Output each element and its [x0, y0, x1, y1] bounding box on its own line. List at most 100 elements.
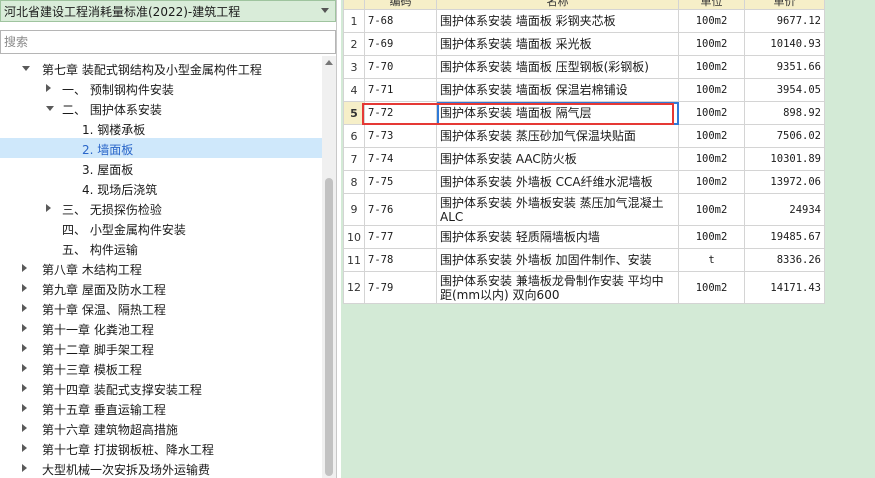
- row-index[interactable]: 8: [343, 170, 365, 194]
- quota-price[interactable]: 8336.26: [744, 248, 825, 272]
- expand-arrow-down-icon[interactable]: [22, 66, 30, 71]
- quota-unit[interactable]: 100m2: [678, 78, 745, 102]
- quota-unit[interactable]: 100m2: [678, 124, 745, 148]
- quota-name[interactable]: 围护体系安装 墙面板 采光板: [436, 32, 679, 56]
- table-row[interactable]: 4 7-71 围护体系安装 墙面板 保温岩棉铺设 100m2 3954.05: [343, 78, 825, 102]
- quota-unit[interactable]: t: [678, 248, 745, 272]
- quota-code[interactable]: 7-68: [364, 9, 437, 33]
- row-index[interactable]: 12: [343, 271, 365, 304]
- table-row[interactable]: 2 7-69 围护体系安装 墙面板 采光板 100m2 10140.93: [343, 32, 825, 56]
- row-index[interactable]: 6: [343, 124, 365, 148]
- tree-node[interactable]: 一、 预制钢构件安装: [0, 78, 322, 98]
- quota-name[interactable]: 围护体系安装 墙面板 保温岩棉铺设: [436, 78, 679, 102]
- expand-arrow-right-icon[interactable]: [22, 264, 27, 272]
- quota-price[interactable]: 10301.89: [744, 147, 825, 171]
- tree-node[interactable]: 第十四章 装配式支撑安装工程: [0, 378, 322, 398]
- header-name[interactable]: 名称: [436, 0, 679, 10]
- quota-price[interactable]: 898.92: [744, 101, 825, 125]
- quota-code[interactable]: 7-72: [364, 101, 437, 125]
- expand-arrow-right-icon[interactable]: [22, 424, 27, 432]
- quota-name[interactable]: 围护体系安装 外墙板 加固件制作、安装: [436, 248, 679, 272]
- chevron-down-icon[interactable]: [321, 8, 329, 13]
- table-row[interactable]: 5 7-72 围护体系安装 墙面板 隔气层 100m2 898.92: [343, 101, 825, 125]
- quota-name[interactable]: 围护体系安装 AAC防火板: [436, 147, 679, 171]
- expand-arrow-right-icon[interactable]: [46, 204, 51, 212]
- quota-unit[interactable]: 100m2: [678, 193, 745, 226]
- tree-node[interactable]: 第十二章 脚手架工程: [0, 338, 322, 358]
- quota-price[interactable]: 24934: [744, 193, 825, 226]
- tree-node[interactable]: 2. 墙面板: [0, 138, 322, 158]
- row-index[interactable]: 1: [343, 9, 365, 33]
- tree-node[interactable]: 3. 屋面板: [0, 158, 322, 178]
- quota-price[interactable]: 14171.43: [744, 271, 825, 304]
- table-row[interactable]: 11 7-78 围护体系安装 外墙板 加固件制作、安装 t 8336.26: [343, 248, 825, 272]
- tree-scrollbar[interactable]: [322, 56, 336, 478]
- tree-node[interactable]: 第十七章 打拔钢板桩、降水工程: [0, 438, 322, 458]
- tree-node[interactable]: 第九章 屋面及防水工程: [0, 278, 322, 298]
- tree-node[interactable]: 第十五章 垂直运输工程: [0, 398, 322, 418]
- quota-code[interactable]: 7-70: [364, 55, 437, 79]
- quota-price[interactable]: 10140.93: [744, 32, 825, 56]
- table-row[interactable]: 9 7-76 围护体系安装 外墙板安装 蒸压加气混凝土ALC 100m2 24934: [343, 193, 825, 226]
- quota-price[interactable]: 13972.06: [744, 170, 825, 194]
- table-row[interactable]: 8 7-75 围护体系安装 外墙板 CCA纤维水泥墙板 100m2 13972.06: [343, 170, 825, 194]
- quota-unit[interactable]: 100m2: [678, 225, 745, 249]
- expand-arrow-right-icon[interactable]: [22, 464, 27, 472]
- row-index[interactable]: 11: [343, 248, 365, 272]
- row-index[interactable]: 7: [343, 147, 365, 171]
- quota-code[interactable]: 7-69: [364, 32, 437, 56]
- quota-code[interactable]: 7-79: [364, 271, 437, 304]
- quota-code[interactable]: 7-75: [364, 170, 437, 194]
- expand-arrow-right-icon[interactable]: [22, 284, 27, 292]
- quota-unit[interactable]: 100m2: [678, 147, 745, 171]
- tree-node[interactable]: 4. 现场后浇筑: [0, 178, 322, 198]
- table-row[interactable]: 7 7-74 围护体系安装 AAC防火板 100m2 10301.89: [343, 147, 825, 171]
- quota-unit[interactable]: 100m2: [678, 101, 745, 125]
- expand-arrow-right-icon[interactable]: [22, 404, 27, 412]
- quota-unit[interactable]: 100m2: [678, 55, 745, 79]
- expand-arrow-right-icon[interactable]: [22, 384, 27, 392]
- quota-name[interactable]: 围护体系安装 外墙板 CCA纤维水泥墙板: [436, 170, 679, 194]
- tree-node[interactable]: 二、 围护体系安装: [0, 98, 322, 118]
- row-index[interactable]: 4: [343, 78, 365, 102]
- quota-code[interactable]: 7-73: [364, 124, 437, 148]
- quota-name[interactable]: 围护体系安装 外墙板安装 蒸压加气混凝土ALC: [436, 193, 679, 226]
- expand-arrow-right-icon[interactable]: [22, 444, 27, 452]
- search-input[interactable]: [0, 30, 336, 54]
- header-price[interactable]: 单价: [744, 0, 825, 10]
- quota-code[interactable]: 7-71: [364, 78, 437, 102]
- tree-node[interactable]: 第十三章 模板工程: [0, 358, 322, 378]
- table-row[interactable]: 12 7-79 围护体系安装 兼墙板龙骨制作安装 平均中距(mm以内) 双向600 1…: [343, 271, 825, 304]
- expand-arrow-right-icon[interactable]: [46, 84, 51, 92]
- quota-name[interactable]: 围护体系安装 蒸压砂加气保温块贴面: [436, 124, 679, 148]
- table-row[interactable]: 6 7-73 围护体系安装 蒸压砂加气保温块贴面 100m2 7506.02: [343, 124, 825, 148]
- tree-node[interactable]: 第七章 装配式钢结构及小型金属构件工程: [0, 58, 322, 78]
- quota-unit[interactable]: 100m2: [678, 9, 745, 33]
- scroll-up-icon[interactable]: [325, 60, 333, 65]
- row-index[interactable]: 5: [343, 101, 365, 125]
- row-index[interactable]: 9: [343, 193, 365, 226]
- quota-name[interactable]: 围护体系安装 兼墙板龙骨制作安装 平均中距(mm以内) 双向600: [436, 271, 679, 304]
- quota-name[interactable]: 围护体系安装 墙面板 压型钢板(彩钢板): [436, 55, 679, 79]
- quota-code[interactable]: 7-77: [364, 225, 437, 249]
- quota-unit[interactable]: 100m2: [678, 170, 745, 194]
- row-index[interactable]: 2: [343, 32, 365, 56]
- tree-node[interactable]: 第十章 保温、隔热工程: [0, 298, 322, 318]
- scrollbar-thumb[interactable]: [325, 178, 333, 476]
- header-code[interactable]: 编码: [364, 0, 437, 10]
- table-row[interactable]: 3 7-70 围护体系安装 墙面板 压型钢板(彩钢板) 100m2 9351.66: [343, 55, 825, 79]
- quota-name[interactable]: 围护体系安装 墙面板 隔气层: [436, 101, 679, 125]
- tree-node[interactable]: 第十一章 化粪池工程: [0, 318, 322, 338]
- tree-node[interactable]: 第八章 木结构工程: [0, 258, 322, 278]
- quota-unit[interactable]: 100m2: [678, 271, 745, 304]
- quota-price[interactable]: 9677.12: [744, 9, 825, 33]
- quota-code[interactable]: 7-74: [364, 147, 437, 171]
- expand-arrow-right-icon[interactable]: [22, 304, 27, 312]
- expand-arrow-right-icon[interactable]: [22, 324, 27, 332]
- quota-name[interactable]: 围护体系安装 轻质隔墙板内墙: [436, 225, 679, 249]
- expand-arrow-right-icon[interactable]: [22, 364, 27, 372]
- table-row[interactable]: 1 7-68 围护体系安装 墙面板 彩钢夹芯板 100m2 9677.12: [343, 9, 825, 33]
- quota-price[interactable]: 19485.67: [744, 225, 825, 249]
- quota-price[interactable]: 7506.02: [744, 124, 825, 148]
- standard-select[interactable]: 河北省建设工程消耗量标准(2022)-建筑工程: [0, 0, 336, 22]
